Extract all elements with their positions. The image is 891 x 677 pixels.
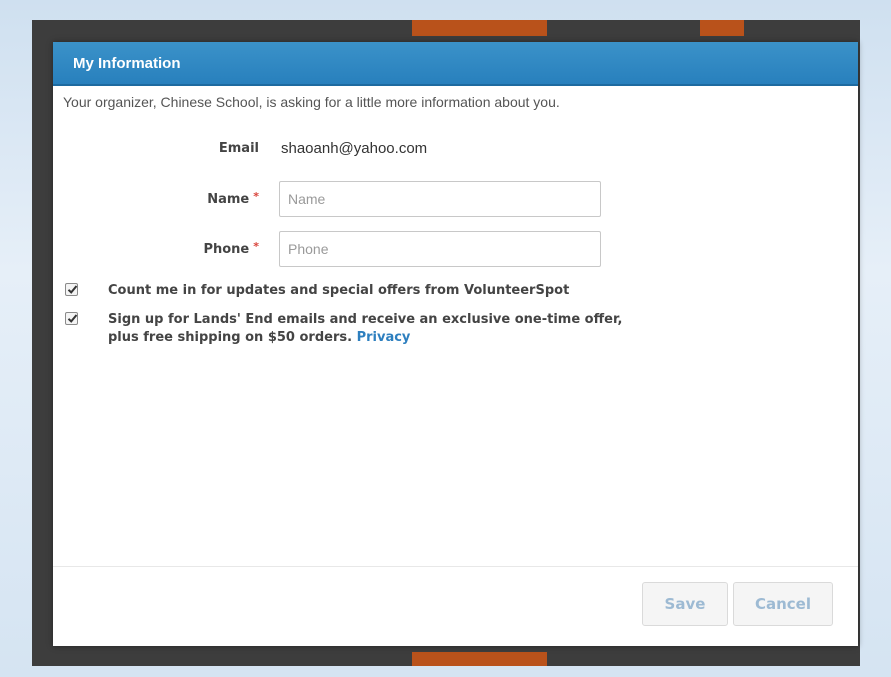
background-button [412,652,547,666]
email-label: Email [218,141,259,156]
cancel-button[interactable]: Cancel [733,582,833,626]
updates-option-label: Count me in for updates and special offe… [108,283,570,298]
email-value: shaoanh@yahoo.com [281,140,428,157]
updates-option: Count me in for updates and special offe… [65,282,628,300]
email-row: Email shaoanh@yahoo.com [53,140,427,157]
background-button [412,20,547,36]
phone-input[interactable] [279,231,601,267]
privacy-link[interactable]: Privacy [357,330,411,345]
landsend-option-label: Sign up for Lands' End emails and receiv… [108,312,623,345]
checkmark-icon [67,285,78,294]
footer-divider [53,566,858,567]
background-button [700,20,744,36]
dialog-header: My Information [53,42,858,86]
my-information-dialog: My Information Your organizer, Chinese S… [53,42,858,646]
landsend-checkbox[interactable] [65,312,78,325]
required-marker: * [253,239,259,253]
dialog-title: My Information [73,54,181,72]
dialog-intro-text: Your organizer, Chinese School, is askin… [63,94,560,110]
name-row: Name * [53,181,601,217]
name-input[interactable] [279,181,601,217]
name-label: Name * [207,189,259,207]
landsend-option: Sign up for Lands' End emails and receiv… [65,311,628,347]
required-marker: * [253,189,259,203]
phone-row: Phone * [53,231,601,267]
phone-label: Phone * [203,239,259,257]
updates-checkbox[interactable] [65,283,78,296]
checkmark-icon [67,314,78,323]
save-button[interactable]: Save [642,582,728,626]
